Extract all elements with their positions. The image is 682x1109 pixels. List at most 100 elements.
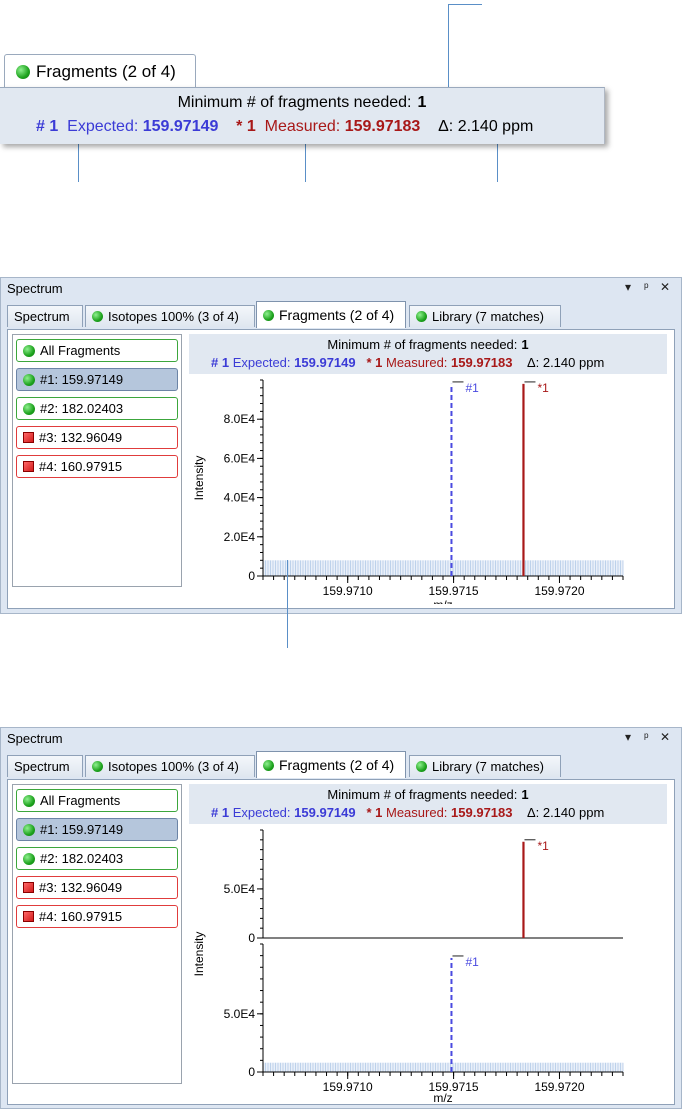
expected-label: Expected: [232, 355, 291, 370]
dropdown-icon[interactable]: ▾ [625, 730, 631, 744]
fragment-info-bar: Minimum # of fragments needed: 1 # 1 Expe… [189, 784, 667, 824]
measured-value: 159.97183 [344, 118, 421, 135]
measured-value: 159.97183 [451, 355, 513, 370]
list-item[interactable]: #4: 160.97915 [16, 455, 178, 478]
green-status-icon [23, 373, 35, 386]
fragment-info-bar: Minimum # of fragments needed: 1 # 1 Expe… [0, 87, 605, 144]
list-item[interactable]: #2: 182.02403 [16, 397, 178, 420]
tab-content: All Fragments #1: 159.97149 #2: 182.0240… [7, 779, 675, 1105]
delta-ppm: Δ: 2.140 ppm [526, 355, 605, 370]
y-tick-label: 2.0E4 [224, 530, 256, 544]
expected-value: 159.97149 [294, 805, 356, 820]
list-item-label: #3: 132.96049 [39, 880, 123, 895]
tab-library[interactable]: Library (7 matches) [409, 305, 561, 327]
delta-ppm: Δ: 2.140 ppm [526, 805, 605, 820]
callout-line [448, 4, 482, 5]
panel-title: Spectrum [7, 731, 63, 746]
list-item[interactable]: #1: 159.97149 [16, 818, 178, 841]
mirror-spectrum-chart: 05.0E4*105.0E4159.9710 159.9715 159.9720#1… [192, 829, 624, 1105]
measured-value: 159.97183 [451, 805, 513, 820]
y-tick-label: 0 [248, 931, 255, 945]
tab-spectrum[interactable]: Spectrum [7, 755, 83, 777]
panel-title-bar: Spectrum ▾ ᵖ ✕ [1, 728, 681, 750]
match-line: # 1 Expected: 159.97149 * 1 Measured: 15… [36, 118, 533, 136]
green-status-icon [416, 311, 427, 322]
tab-fragments[interactable]: Fragments (2 of 4) [256, 751, 406, 778]
list-item-label: #2: 182.02403 [40, 851, 124, 866]
x-tick-label: 159.9720 [534, 1080, 584, 1094]
y-axis-label: Intensity [192, 932, 206, 977]
y-tick-label: 4.0E4 [224, 491, 256, 505]
tab-isotopes[interactable]: Isotopes 100% (3 of 4) [85, 755, 255, 777]
dropdown-icon[interactable]: ▾ [625, 280, 631, 294]
close-icon[interactable]: ✕ [660, 730, 670, 744]
y-tick-label: 5.0E4 [224, 882, 256, 896]
spectrum-chart: 0 2.0E4 4.0E4 6.0E4 8.0E4 159.9710 159.9715 159… [192, 379, 624, 612]
tab-fragments[interactable]: Fragments (2 of 4) [4, 54, 196, 88]
pin-icon[interactable]: ᵖ [644, 730, 649, 744]
pin-icon[interactable]: ᵖ [644, 280, 649, 294]
spectrum-panel: Spectrum ▾ ᵖ ✕ Spectrum Isotopes 100% (3… [0, 277, 682, 614]
list-item[interactable]: #2: 182.02403 [16, 847, 178, 870]
expected-label: Expected: [67, 118, 139, 135]
x-tick-label: 159.9710 [323, 1080, 373, 1094]
match-line: # 1 Expected: 159.97149 * 1 Measured: 15… [211, 805, 604, 820]
expected-value: 159.97149 [294, 355, 356, 370]
list-item[interactable]: #4: 160.97915 [16, 905, 178, 928]
list-item-label: #1: 159.97149 [40, 372, 124, 387]
min-fragments-value: 1 [521, 337, 529, 352]
x-axis-label: m/z [433, 1091, 452, 1102]
tab-content: All Fragments #1: 159.97149 #2: 182.0240… [7, 329, 675, 612]
spectrum-panel: Spectrum ▾ ᵖ ✕ Spectrum Isotopes 100% (3… [0, 727, 682, 1109]
y-tick-label: 0 [248, 569, 255, 583]
min-fragments-label: Minimum # of fragments needed: [327, 787, 518, 802]
tab-spectrum[interactable]: Spectrum [7, 305, 83, 327]
y-tick-label: 5.0E4 [224, 1007, 256, 1021]
red-status-icon [23, 461, 34, 472]
fragment-list: All Fragments #1: 159.97149 #2: 182.0240… [12, 334, 182, 587]
green-status-icon [263, 759, 274, 771]
close-icon[interactable]: ✕ [660, 280, 670, 294]
list-item[interactable]: All Fragments [16, 339, 178, 362]
list-item-label: #2: 182.02403 [40, 401, 124, 416]
list-item[interactable]: All Fragments [16, 789, 178, 812]
min-fragments-value: 1 [417, 94, 427, 111]
tab-label: Spectrum [14, 309, 70, 324]
tab-fragments[interactable]: Fragments (2 of 4) [256, 301, 406, 328]
spectrum-plot: 0 5.0E4 *1 0 5.0E4 159.9710 159.9715 159.9720 #1… [189, 824, 667, 1105]
tab-label: Library (7 matches) [432, 309, 544, 324]
spectrum-plot: 0 2.0E4 4.0E4 6.0E4 8.0E4 159.9710 159.9715 159… [189, 374, 667, 612]
min-fragments-label: Minimum # of fragments needed: [177, 94, 412, 111]
match-line: # 1 Expected: 159.97149 * 1 Measured: 15… [211, 355, 604, 370]
delta-ppm: Δ: 2.140 ppm [438, 118, 534, 135]
tab-label: Isotopes 100% (3 of 4) [108, 759, 239, 774]
measured-id: * 1 [236, 118, 256, 135]
tab-label: Fragments (2 of 4) [279, 757, 395, 773]
list-item-label: All Fragments [40, 343, 121, 358]
list-item[interactable]: #1: 159.97149 [16, 368, 178, 391]
list-item[interactable]: #3: 132.96049 [16, 426, 178, 449]
green-status-icon [92, 761, 103, 772]
list-item-label: All Fragments [40, 793, 121, 808]
min-fragments-line: Minimum # of fragments needed: 1 [189, 787, 667, 802]
expected-id: # 1 [211, 805, 230, 820]
green-status-icon [23, 794, 35, 807]
tab-label: Fragments (2 of 4) [279, 307, 395, 323]
list-item-label: #1: 159.97149 [40, 822, 124, 837]
expected-label: Expected: [232, 805, 291, 820]
measured-label: Measured: [385, 805, 448, 820]
green-status-icon [23, 344, 35, 357]
tab-isotopes[interactable]: Isotopes 100% (3 of 4) [85, 305, 255, 327]
green-status-icon [92, 311, 103, 322]
x-tick-label: 159.9720 [534, 584, 584, 598]
peak-label: *1 [537, 839, 549, 853]
min-fragments-line: Minimum # of fragments needed: 1 [0, 94, 604, 112]
peak-label: #1 [465, 955, 479, 969]
list-item[interactable]: #3: 132.96049 [16, 876, 178, 899]
tab-library[interactable]: Library (7 matches) [409, 755, 561, 777]
fragment-info-bar: Minimum # of fragments needed: 1 # 1 Expe… [189, 334, 667, 374]
peak-label: #1 [465, 381, 479, 395]
min-fragments-value: 1 [521, 787, 529, 802]
y-tick-label: 8.0E4 [224, 412, 256, 426]
y-tick-label: 0 [248, 1065, 255, 1079]
